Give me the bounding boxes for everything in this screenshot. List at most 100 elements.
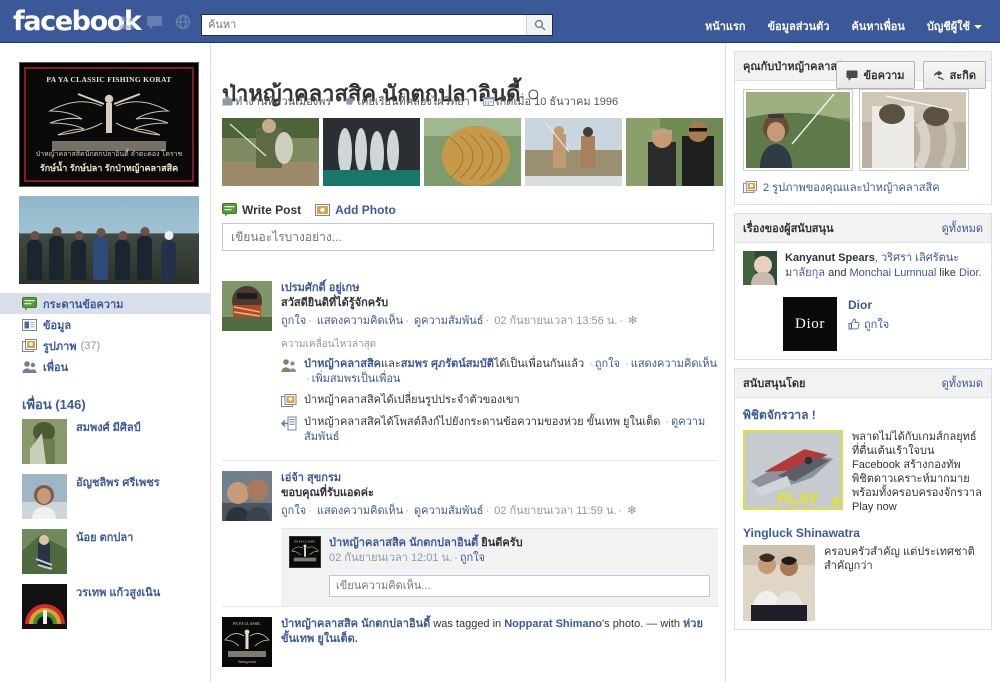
activity-link-text: ป่าหญ้าคลาสสิคได้โพสต์ลิงก์ไปยังกระดานข้…	[304, 416, 661, 428]
friends-section-header: เพื่อน (146)	[22, 397, 86, 412]
ad-spaceship-image[interactable]: PLAY	[743, 430, 843, 510]
avatar[interactable]	[743, 251, 777, 285]
list-item[interactable]: สมพงศ์ มีศิลป์	[22, 419, 207, 464]
nav-account[interactable]: บัญชีผู้ใช้	[917, 13, 992, 39]
activity-friend[interactable]: สมพร ศุภรัตน์สมบัติ	[401, 358, 494, 370]
meta-birthday-label: เกิดเมื่อ 10 ธันวาคม 1996	[495, 96, 619, 108]
privacy-gear-icon[interactable]: ✻	[627, 505, 636, 517]
search-button[interactable]	[526, 15, 552, 35]
list-item[interactable]: อัญชลิพร ศรีเพชร	[22, 474, 207, 519]
comment-link[interactable]: แสดงความคิดเห็น	[317, 505, 403, 517]
activity-like-link[interactable]: ถูกใจ	[595, 358, 620, 370]
reply-avatar-page[interactable]: PA YA CLASSIC	[289, 536, 321, 568]
nav-profile[interactable]: ข้อมูลส่วนตัว	[758, 13, 840, 39]
ad-title-2[interactable]: Yingluck Shinawatra	[743, 526, 983, 540]
photo-fish-catch[interactable]	[323, 118, 420, 186]
poke-icon	[933, 70, 944, 80]
post-body: เปรมศักดิ์ อยู่เกษ สวัสดียินดิที่ได้รู้จ…	[281, 281, 718, 451]
reply-line: ป่าหญ้าคลาสสิค นักตกปลาอินดี้ ยินดีครับ	[329, 536, 710, 551]
play-badge: PLAY	[775, 490, 821, 508]
activity-addfriend-link[interactable]: เพิ่มสมพรเป็นเพื่อน	[312, 373, 401, 385]
friend-name: วรเทพ แก้วสูงเนิน	[76, 587, 161, 599]
sidebar-item-info-label: ข้อมูล	[43, 319, 72, 332]
post-text: สวัสดียินดิที่ได้รู้จักครับ	[281, 297, 389, 309]
mutual-photo-woman-fishing[interactable]	[743, 89, 853, 171]
brand-name[interactable]: Dior	[848, 297, 889, 313]
thumbs-up-icon	[848, 318, 860, 330]
poke-button-label: สะกิด	[949, 70, 976, 82]
see-all-sponsored-link[interactable]: ดูทั้งหมด	[942, 219, 983, 237]
tagged-name[interactable]: Nopparat Shimano	[504, 618, 602, 630]
nav-home[interactable]: หน้าแรก	[695, 13, 756, 39]
svg-text:fishing korat: fishing korat	[238, 660, 255, 664]
ads-box: สนับสนุนโดย ดูทั้งหมด พิชิตจักรวาล ! PLA…	[734, 368, 992, 630]
nav-find-friends[interactable]: ค้นหาเพื่อน	[841, 13, 914, 39]
mutual-photo-fish-hands[interactable]	[859, 89, 969, 171]
poke-button[interactable]: สะกิด	[922, 61, 986, 89]
see-all-ads-link[interactable]: ดูทั้งหมด	[942, 374, 983, 392]
privacy-gear-icon[interactable]: ✻	[628, 315, 637, 327]
ad-row-2: ครอบครัวสำคัญ แต่ประเทศชาติสำคัญกว่า	[743, 545, 983, 621]
wall-icon	[22, 296, 37, 310]
friend-thumb-4	[22, 584, 67, 629]
sponsor-brand[interactable]: Dior.	[959, 267, 982, 279]
brand-like-button[interactable]: ถูกใจ	[848, 315, 889, 333]
photo-carp-closeup[interactable]	[424, 118, 521, 186]
see-relationship-link[interactable]: ดูความสัมพันธ์	[414, 505, 484, 517]
search-box[interactable]	[201, 14, 553, 36]
messages-icon[interactable]	[146, 14, 164, 30]
photo-two-anglers-river[interactable]	[525, 118, 622, 186]
profile-picture[interactable]: PA YA CLASSIC FISHING KORAT ป่าหญ้าคลาสส…	[19, 62, 199, 187]
ad-body-1: พลาดไม่ได้กับเกมส์กลยุทธ์ที่ตื่นเต้นเร้า…	[852, 431, 982, 513]
dior-logo[interactable]: Dior	[783, 297, 837, 351]
photo-angler-camo[interactable]	[222, 118, 319, 186]
reply-like-link[interactable]: ถูกใจ	[460, 552, 485, 564]
reply-meta: 02 กันยายนเวลา 12:01 น. · ถูกใจ	[329, 552, 485, 564]
tab-add-photo[interactable]: Add Photo	[315, 203, 396, 217]
sponsor-name-3[interactable]: Monchai Lumnual	[850, 267, 937, 279]
comment-input[interactable]	[329, 575, 710, 597]
post-avatar-1[interactable]	[222, 281, 272, 331]
sponsor-name-1[interactable]: Kanyanut Spears	[785, 252, 875, 264]
notifications-icon[interactable]	[174, 14, 192, 30]
friend-requests-icon[interactable]	[118, 14, 136, 30]
post-tag-prefix: was tagged in	[430, 618, 505, 630]
sponsor-conj: and	[828, 267, 847, 279]
post-avatar-2[interactable]	[222, 471, 272, 521]
like-link[interactable]: ถูกใจ	[281, 315, 306, 327]
sidebar-item-info[interactable]: ข้อมูล	[0, 314, 210, 335]
sidebar-nav: กระดานข้อความ ข้อมูล รูปภาพ (37) เพื่อน	[0, 293, 210, 377]
post-author[interactable]: เอ่จ้า สุขกรม	[281, 471, 718, 486]
reply-text: ยินดีครับ	[481, 537, 523, 549]
tab-write-post[interactable]: Write Post	[222, 203, 301, 217]
sidebar-item-photos[interactable]: รูปภาพ (37)	[0, 335, 210, 356]
ad-yingluck-image[interactable]	[743, 545, 815, 621]
sidebar-item-wall[interactable]: กระดานข้อความ	[0, 293, 210, 314]
post-author[interactable]: เปรมศักดิ์ อยู่เกษ	[281, 281, 718, 296]
mutual-photos-caption[interactable]: 2 รูปภาพของคุณและป่าหญ้าคลาสสิค	[743, 178, 983, 196]
profile-picture-sub1: ป่าหญ้าคลาสสิคนักตกปลาอินดี้ ลำตะคอง โคร…	[35, 151, 183, 158]
message-button[interactable]: ข้อความ	[836, 61, 915, 89]
list-item[interactable]: น้อย ตกปลา	[22, 529, 207, 574]
see-relationship-link[interactable]: ดูความสัมพันธ์	[414, 315, 484, 327]
ad-title-1[interactable]: พิชิตจักรวาล !	[743, 406, 983, 425]
post-avatar-page[interactable]: PA YA CLASSIC fishing korat	[222, 617, 272, 667]
post-input[interactable]	[222, 223, 714, 251]
reply-author[interactable]: ป่าหญ้าคลาสสิค นักตกปลาอินดี้	[329, 537, 478, 549]
photos-icon	[22, 338, 37, 352]
profile-meta: ทำงานที่สวนเมืองพร เคยเรียนที่คลองไผ่วิท…	[222, 92, 627, 110]
work-icon	[222, 96, 233, 106]
comment-link[interactable]: แสดงความคิดเห็น	[317, 315, 403, 327]
activity-comment-link[interactable]: แสดงความคิดเห็น	[631, 358, 717, 370]
sidebar-item-friends[interactable]: เพื่อน	[0, 356, 210, 377]
photo-two-men-posing[interactable]	[626, 118, 723, 186]
mutual-photos-body: 2 รูปภาพของคุณและป่าหญ้าคลาสสิค	[735, 81, 991, 204]
post-author[interactable]: ป่าหญ้าคลาสสิค นักตกปลาอินดี้	[281, 618, 430, 630]
group-photo[interactable]	[19, 196, 199, 284]
like-link[interactable]: ถูกใจ	[281, 505, 306, 517]
activity-actor[interactable]: ป่าหญ้าคลาสสิค	[304, 358, 381, 370]
search-input[interactable]	[202, 15, 526, 35]
activity-text: ป่าหญ้าคลาสสิคและสมพร ศุภรัตน์สมบัติได้เ…	[304, 358, 718, 385]
list-item[interactable]: วรเทพ แก้วสูงเนิน	[22, 584, 207, 629]
chevron-down-icon	[974, 25, 982, 30]
